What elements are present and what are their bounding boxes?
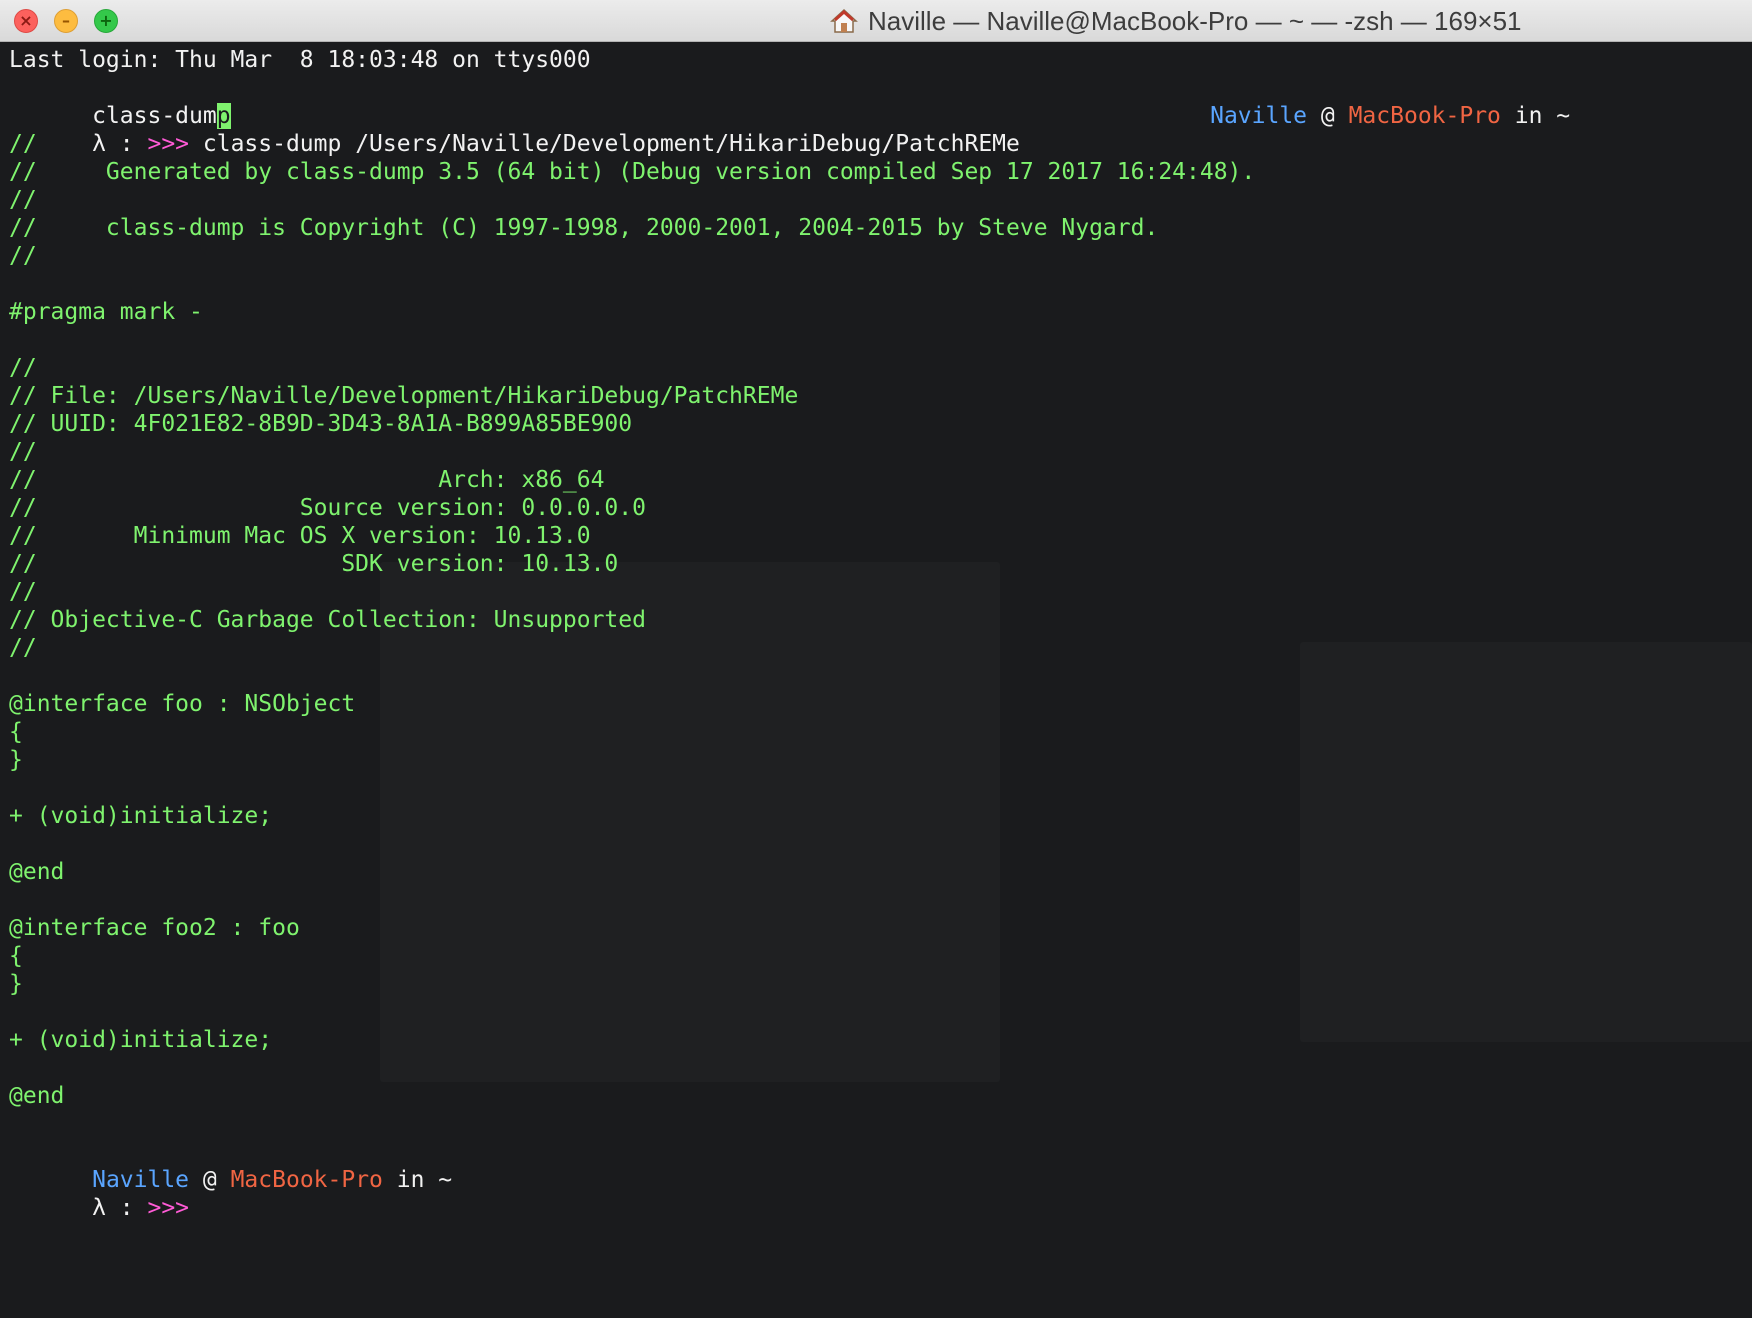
- output-line: //: [9, 635, 37, 661]
- output-line: //: [9, 243, 37, 269]
- prompt-lambda: λ :: [92, 131, 148, 157]
- background-panel-shadow: [1300, 642, 1752, 1042]
- output-line: + (void)initialize;: [9, 1027, 273, 1053]
- close-icon: ×: [19, 11, 33, 30]
- output-line: + (void)initialize;: [9, 803, 273, 829]
- prompt-lambda: λ :: [92, 1195, 148, 1221]
- output-line: @end: [9, 859, 65, 885]
- prompt-at: @: [1307, 103, 1349, 129]
- output-line: // class-dump is Copyright (C) 1997-1998…: [9, 215, 1159, 241]
- zoom-icon: +: [99, 11, 113, 30]
- output-line: // Generated by class-dump 3.5 (64 bit) …: [9, 159, 1256, 185]
- output-line: //: [9, 579, 37, 605]
- typed-command-line: class-dump: [9, 74, 231, 129]
- prompt-arrows: >>>: [147, 131, 203, 157]
- output-line: // Objective-C Garbage Collection: Unsup…: [9, 607, 646, 633]
- final-prompt-line[interactable]: λ : >>>: [9, 1166, 189, 1221]
- terminal-window: × – + Naville — Naville@MacBook-Pro — ~ …: [0, 0, 1752, 1318]
- output-line: // SDK version: 10.13.0: [9, 551, 619, 577]
- right-prompt: Naville @ MacBook-Pro in ~: [1127, 74, 1570, 129]
- prompt-dir: in ~: [382, 1167, 453, 1193]
- prompt-arrows: >>>: [147, 1195, 190, 1221]
- prompt-host: MacBook-Pro: [1348, 103, 1501, 129]
- output-line: {: [9, 943, 23, 969]
- prompt-dir: in ~: [1500, 103, 1571, 129]
- output-line: {: [9, 719, 23, 745]
- close-button[interactable]: ×: [14, 9, 38, 33]
- prompt-at: @: [189, 1167, 231, 1193]
- output-line: }: [9, 971, 23, 997]
- minimize-button[interactable]: –: [54, 9, 78, 33]
- output-line: //: [9, 355, 37, 381]
- output-line: // Arch: x86_64: [9, 467, 605, 493]
- last-login-line: Last login: Thu Mar 8 18:03:48 on ttys00…: [9, 47, 591, 73]
- final-prompt-info: Naville @ MacBook-Pro in ~: [9, 1138, 452, 1193]
- background-window-shadow: [380, 562, 1000, 1082]
- minimize-icon: –: [62, 11, 70, 30]
- output-line: @end: [9, 1083, 65, 1109]
- output-line: //: [9, 439, 37, 465]
- output-line: // File: /Users/Naville/Development/Hika…: [9, 383, 799, 409]
- output-line: // Source version: 0.0.0.0.0: [9, 495, 646, 521]
- output-line: @interface foo : NSObject: [9, 691, 356, 717]
- output-line: #pragma mark -: [9, 299, 203, 325]
- prompt-host: MacBook-Pro: [230, 1167, 383, 1193]
- command-prompt-line: λ : >>> class-dump /Users/Naville/Develo…: [9, 102, 1020, 157]
- output-line: // UUID: 4F021E82-8B9D-3D43-8A1A-B899A85…: [9, 411, 633, 437]
- output-line: // Minimum Mac OS X version: 10.13.0: [9, 523, 591, 549]
- title-bar[interactable]: × – + Naville — Naville@MacBook-Pro — ~ …: [0, 0, 1752, 42]
- output-line: @interface foo2 : foo: [9, 915, 300, 941]
- output-line: //: [9, 131, 37, 157]
- command-text: class-dump /Users/Naville/Development/Hi…: [202, 131, 1020, 157]
- output-line: //: [9, 187, 37, 213]
- home-icon: [830, 8, 858, 33]
- terminal-content[interactable]: Last login: Thu Mar 8 18:03:48 on ttys00…: [0, 42, 1752, 1318]
- zoom-button[interactable]: +: [94, 9, 118, 33]
- output-line: }: [9, 747, 23, 773]
- window-title: Naville — Naville@MacBook-Pro — ~ — -zsh…: [868, 5, 1522, 36]
- window-title-group: Naville — Naville@MacBook-Pro — ~ — -zsh…: [830, 0, 1522, 42]
- prompt-user: Naville: [1210, 103, 1308, 129]
